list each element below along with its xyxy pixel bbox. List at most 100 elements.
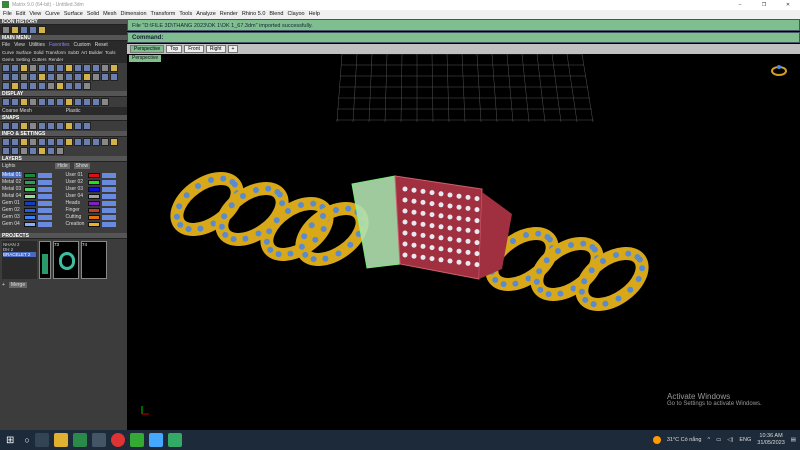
layer-name[interactable]: Creation — [66, 221, 86, 227]
layer-visibility-toggle[interactable] — [101, 179, 116, 185]
matrix-app-icon[interactable] — [72, 433, 87, 447]
layer-row[interactable]: User 04 — [66, 193, 126, 199]
chrome-icon[interactable] — [110, 433, 125, 447]
minimize-button[interactable]: – — [728, 0, 752, 10]
tool-icon[interactable] — [29, 64, 37, 72]
category-subd[interactable]: SubD — [68, 50, 79, 55]
menu-dimension[interactable]: Dimension — [121, 10, 147, 19]
hide-button[interactable]: Hide — [55, 163, 70, 169]
tool-icon[interactable] — [29, 82, 37, 90]
layer-visibility-toggle[interactable] — [38, 200, 52, 206]
tool-icon[interactable] — [101, 64, 109, 72]
network-icon[interactable]: ▭ — [716, 437, 721, 443]
layer-visibility-toggle[interactable] — [101, 214, 116, 220]
tool-icon[interactable] — [110, 64, 118, 72]
close-button[interactable]: ✕ — [776, 0, 800, 10]
layer-visibility-toggle[interactable] — [38, 179, 52, 185]
layer-color-swatch[interactable] — [24, 200, 36, 206]
tool-icon[interactable] — [2, 73, 10, 81]
layer-row[interactable]: User 01 — [66, 172, 126, 178]
menu-tools[interactable]: Tools — [179, 10, 192, 19]
menu-curve[interactable]: Curve — [45, 10, 60, 19]
category-builder[interactable]: Builder — [89, 50, 103, 55]
tool-icon[interactable] — [20, 122, 28, 130]
tool-icon[interactable] — [47, 98, 55, 106]
history-icon[interactable] — [29, 26, 37, 34]
menu-clayoo[interactable]: Clayoo — [287, 10, 304, 19]
tool-icon[interactable] — [92, 138, 100, 146]
history-icon[interactable] — [38, 26, 46, 34]
tool-icon[interactable] — [29, 73, 37, 81]
layer-color-swatch[interactable] — [87, 214, 100, 220]
tool-icon[interactable] — [38, 73, 46, 81]
layer-visibility-toggle[interactable] — [38, 193, 52, 199]
tool-icon[interactable] — [74, 82, 82, 90]
layer-row[interactable]: Metal 01 — [2, 172, 62, 178]
project-thumbnail[interactable]: 73 — [53, 241, 79, 279]
tool-icon[interactable] — [65, 64, 73, 72]
tool-icon[interactable] — [65, 98, 73, 106]
tab-top[interactable]: Top — [166, 45, 183, 53]
tab-add[interactable]: + — [227, 45, 239, 53]
layer-row[interactable]: Metal 04 — [2, 193, 62, 199]
command-line[interactable]: Command: — [127, 32, 800, 43]
category-art[interactable]: Art — [81, 50, 87, 55]
menu-edit[interactable]: Edit — [16, 10, 25, 19]
layer-visibility-toggle[interactable] — [101, 200, 116, 206]
tray-chevron-icon[interactable]: ^ — [707, 437, 710, 443]
menu-solid[interactable]: Solid — [87, 10, 99, 19]
clock[interactable]: 10:36 AM 31/05/2023 — [757, 433, 785, 447]
tool-icon[interactable] — [101, 138, 109, 146]
project-item[interactable]: BRACELET 2 — [3, 252, 36, 257]
tool-icon[interactable] — [65, 73, 73, 81]
layer-color-swatch[interactable] — [87, 172, 100, 178]
search-icon[interactable]: ○ — [24, 435, 29, 445]
layer-name[interactable]: Metal 01 — [2, 172, 22, 178]
tool-icon[interactable] — [65, 82, 73, 90]
main-menu-utilities[interactable]: Utilities — [29, 42, 45, 48]
menu-transform[interactable]: Transform — [151, 10, 176, 19]
layer-name[interactable]: Gem 02 — [2, 207, 22, 213]
layer-visibility-toggle[interactable] — [101, 172, 116, 178]
tool-icon[interactable] — [110, 73, 118, 81]
tool-icon[interactable] — [83, 98, 91, 106]
volume-icon[interactable]: ◁) — [727, 437, 733, 443]
tool-icon[interactable] — [38, 82, 46, 90]
tool-icon[interactable] — [56, 147, 64, 155]
tool-icon[interactable] — [56, 64, 64, 72]
tool-icon[interactable] — [11, 64, 19, 72]
tool-icon[interactable] — [56, 122, 64, 130]
layer-row[interactable]: Gem 01 — [2, 200, 62, 206]
history-icon[interactable] — [2, 26, 10, 34]
layer-visibility-toggle[interactable] — [101, 193, 116, 199]
viewport-label[interactable]: Perspective — [129, 55, 162, 62]
layer-visibility-toggle[interactable] — [38, 186, 52, 192]
layer-row[interactable]: Finger — [66, 207, 126, 213]
tool-icon[interactable] — [11, 82, 19, 90]
notification-icon[interactable]: ▤ — [791, 437, 796, 443]
tool-icon[interactable] — [20, 82, 28, 90]
tool-icon[interactable] — [47, 82, 55, 90]
layer-row[interactable]: Gem 04 — [2, 221, 62, 227]
tool-icon[interactable] — [92, 64, 100, 72]
layer-name[interactable]: Metal 04 — [2, 193, 22, 199]
start-button[interactable]: ⊞ — [6, 435, 14, 446]
layer-color-swatch[interactable] — [87, 200, 100, 206]
layer-visibility-toggle[interactable] — [101, 221, 116, 227]
tool-icon[interactable] — [29, 147, 37, 155]
tool-icon[interactable] — [56, 98, 64, 106]
layer-name[interactable]: User 04 — [66, 193, 86, 199]
maximize-button[interactable]: ❐ — [752, 0, 776, 10]
app-icon[interactable] — [167, 433, 182, 447]
main-menu-favorites[interactable]: Favorites — [49, 42, 70, 48]
tab-perspective[interactable]: Perspective — [130, 45, 165, 53]
tool-icon[interactable] — [47, 73, 55, 81]
layer-color-swatch[interactable] — [87, 179, 100, 185]
layer-color-swatch[interactable] — [87, 193, 100, 199]
main-menu-reset[interactable]: Reset — [95, 42, 108, 48]
tool-icon[interactable] — [74, 64, 82, 72]
layer-name[interactable]: Finger — [66, 207, 86, 213]
menu-file[interactable]: File — [3, 10, 12, 19]
tool-icon[interactable] — [74, 122, 82, 130]
tool-icon[interactable] — [11, 138, 19, 146]
